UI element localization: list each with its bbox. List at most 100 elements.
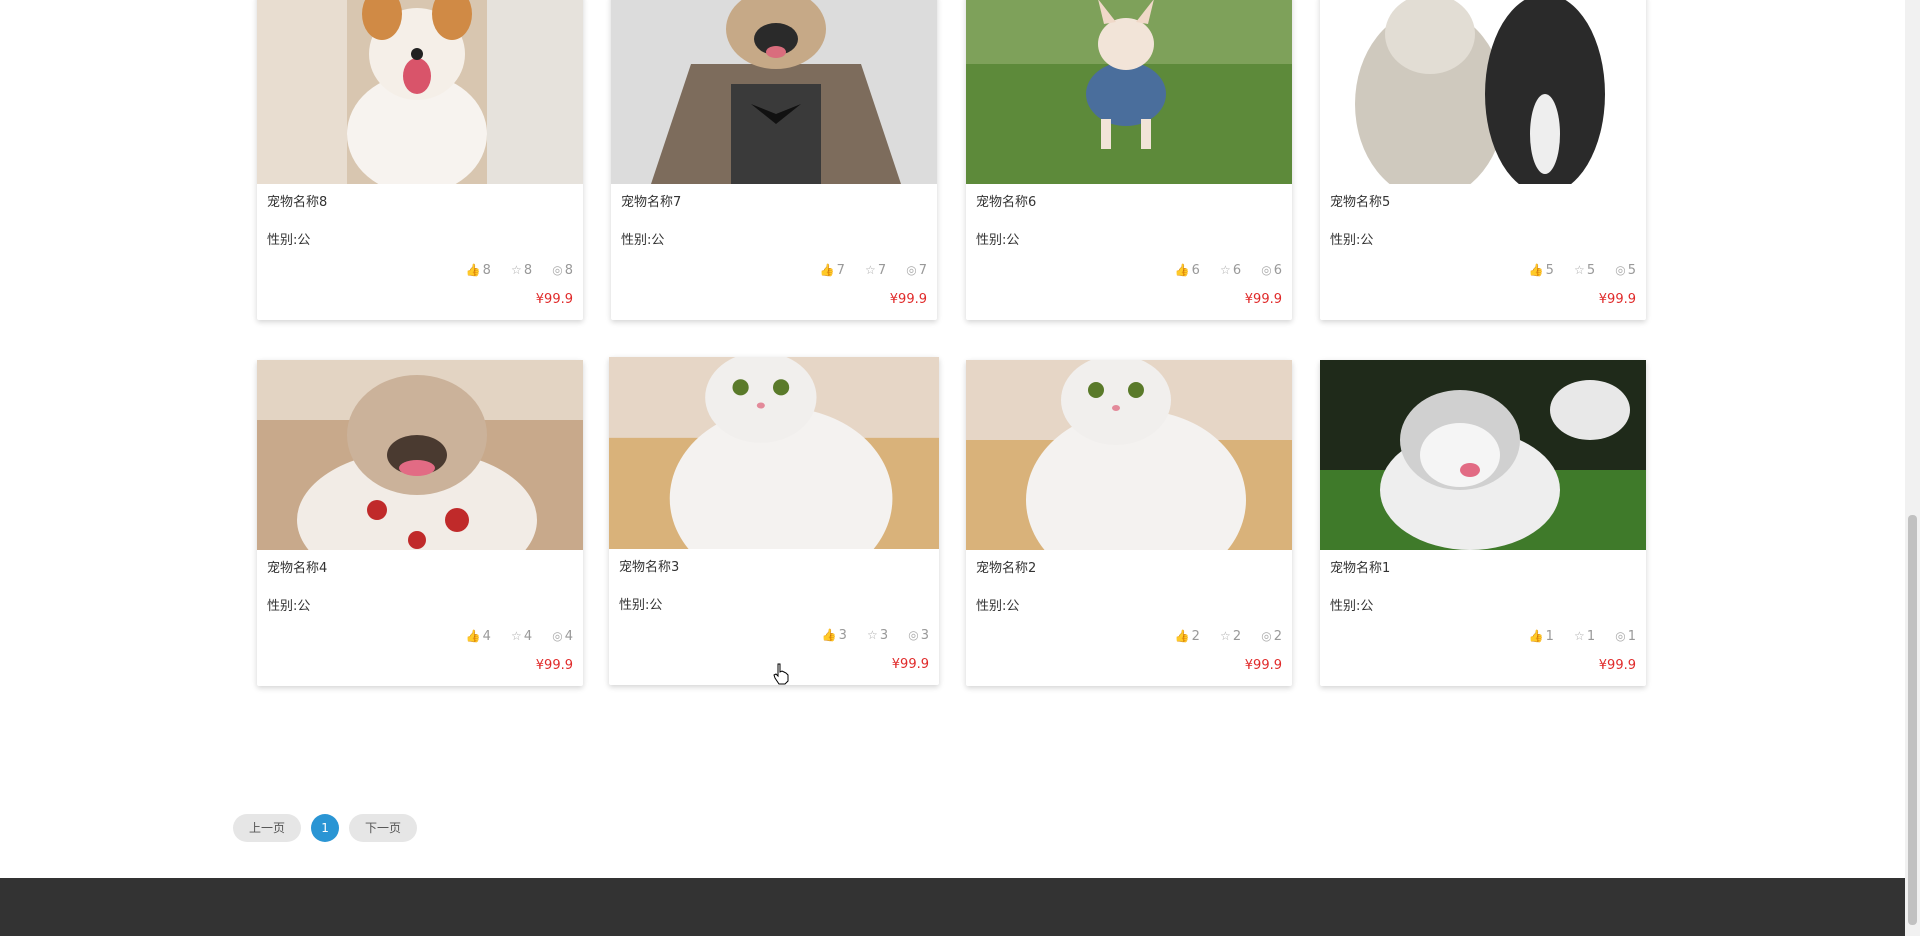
favorites-count: 8	[523, 263, 533, 278]
favorites-stat[interactable]: ☆ 6	[1212, 263, 1241, 278]
pet-photo[interactable]	[611, 0, 937, 184]
next-page-button[interactable]: 下一页	[349, 814, 418, 842]
pet-photo[interactable]	[609, 357, 939, 549]
likes-count: 8	[482, 263, 491, 278]
views-count: 7	[918, 263, 927, 278]
thumbs-up-icon: 👍	[1174, 629, 1190, 643]
pet-photo[interactable]	[257, 360, 583, 550]
pet-photo[interactable]	[966, 0, 1292, 184]
page: 宠物名称8 性别:公 👍 8 ☆ 8 ◎ 8 ¥99.9 宠物名称7 性别:公 …	[0, 0, 1920, 936]
pet-name: 宠物名称7	[621, 195, 682, 210]
likes-stat[interactable]: 👍 7	[812, 263, 845, 278]
pet-price: ¥99.9	[1244, 292, 1282, 307]
likes-stat[interactable]: 👍 6	[1167, 263, 1200, 278]
pet-stats: 👍 6 ☆ 6 ◎ 6	[976, 260, 1282, 280]
footer	[0, 878, 1905, 936]
favorites-stat[interactable]: ☆ 4	[503, 629, 532, 644]
pet-card[interactable]: 宠物名称6 性别:公 👍 6 ☆ 6 ◎ 6 ¥99.9	[966, 0, 1292, 320]
thumbs-up-icon: 👍	[821, 628, 837, 642]
pet-photo[interactable]	[1320, 360, 1646, 550]
eye-icon: ◎	[1261, 263, 1272, 277]
pet-card[interactable]: 宠物名称2 性别:公 👍 2 ☆ 2 ◎ 2 ¥99.9	[966, 360, 1292, 686]
favorites-stat[interactable]: ☆ 5	[1566, 263, 1595, 278]
pet-stats: 👍 5 ☆ 5 ◎ 5	[1330, 260, 1636, 280]
favorites-count: 3	[879, 628, 889, 643]
views-count: 2	[1273, 629, 1282, 644]
likes-stat[interactable]: 👍 1	[1521, 629, 1554, 644]
views-count: 4	[564, 629, 573, 644]
pet-price: ¥99.9	[535, 658, 573, 673]
thumbs-up-icon: 👍	[819, 263, 835, 277]
views-count: 1	[1627, 629, 1636, 644]
likes-stat[interactable]: 👍 8	[458, 263, 491, 278]
scrollbar-thumb[interactable]	[1908, 515, 1917, 925]
pet-stats: 👍 4 ☆ 4 ◎ 4	[267, 626, 573, 646]
pet-stats: 👍 8 ☆ 8 ◎ 8	[267, 260, 573, 280]
likes-count: 2	[1191, 629, 1200, 644]
favorites-stat[interactable]: ☆ 1	[1566, 629, 1595, 644]
pagination: 上一页 1 下一页	[233, 814, 427, 842]
views-stat: ◎ 1	[1607, 629, 1636, 644]
hand-cursor-icon	[773, 663, 789, 685]
pet-card[interactable]: 宠物名称4 性别:公 👍 4 ☆ 4 ◎ 4 ¥99.9	[257, 360, 583, 686]
favorites-count: 2	[1232, 629, 1242, 644]
favorites-count: 5	[1586, 263, 1596, 278]
pet-price: ¥99.9	[889, 292, 927, 307]
favorites-count: 7	[877, 263, 887, 278]
pet-photo[interactable]	[257, 0, 583, 184]
eye-icon: ◎	[908, 628, 919, 642]
pet-name: 宠物名称8	[267, 195, 328, 210]
pet-card[interactable]: 宠物名称1 性别:公 👍 1 ☆ 1 ◎ 1 ¥99.9	[1320, 360, 1646, 686]
views-count: 8	[564, 263, 573, 278]
pet-stats: 👍 7 ☆ 7 ◎ 7	[621, 260, 927, 280]
pet-stats: 👍 1 ☆ 1 ◎ 1	[1330, 626, 1636, 646]
likes-stat[interactable]: 👍 4	[458, 629, 491, 644]
pet-gender: 性别:公	[976, 233, 1020, 248]
pet-gender: 性别:公	[976, 599, 1020, 614]
eye-icon: ◎	[552, 629, 563, 643]
pet-card[interactable]: 宠物名称8 性别:公 👍 8 ☆ 8 ◎ 8 ¥99.9	[257, 0, 583, 320]
pet-name: 宠物名称1	[1330, 561, 1391, 576]
favorites-stat[interactable]: ☆ 7	[857, 263, 886, 278]
likes-count: 1	[1545, 629, 1554, 644]
prev-page-button[interactable]: 上一页	[233, 814, 302, 842]
eye-icon: ◎	[1261, 629, 1272, 643]
pet-price: ¥99.9	[1598, 292, 1636, 307]
pet-stats: 👍 3 ☆ 3 ◎ 3	[619, 625, 929, 645]
favorites-stat[interactable]: ☆ 8	[503, 263, 532, 278]
likes-count: 7	[836, 263, 845, 278]
pet-stats: 👍 2 ☆ 2 ◎ 2	[976, 626, 1282, 646]
likes-stat[interactable]: 👍 2	[1167, 629, 1200, 644]
pet-name: 宠物名称5	[1330, 195, 1391, 210]
star-icon: ☆	[1574, 263, 1585, 277]
pet-card[interactable]: 宠物名称5 性别:公 👍 5 ☆ 5 ◎ 5 ¥99.9	[1320, 0, 1646, 320]
pet-card[interactable]: 宠物名称7 性别:公 👍 7 ☆ 7 ◎ 7 ¥99.9	[611, 0, 937, 320]
views-count: 6	[1273, 263, 1282, 278]
pet-photo[interactable]	[966, 360, 1292, 550]
views-stat: ◎ 8	[544, 263, 573, 278]
views-stat: ◎ 3	[900, 628, 929, 643]
page-number-current[interactable]: 1	[311, 814, 340, 842]
vertical-scrollbar[interactable]	[1905, 0, 1920, 936]
eye-icon: ◎	[906, 263, 917, 277]
thumbs-up-icon: 👍	[1528, 263, 1544, 277]
pet-price: ¥99.9	[1598, 658, 1636, 673]
pet-gender: 性别:公	[267, 233, 311, 248]
views-stat: ◎ 6	[1253, 263, 1282, 278]
favorites-count: 6	[1232, 263, 1242, 278]
pet-photo[interactable]	[1320, 0, 1646, 184]
views-count: 5	[1627, 263, 1636, 278]
star-icon: ☆	[511, 263, 522, 277]
pet-name: 宠物名称2	[976, 561, 1037, 576]
pet-gender: 性别:公	[1330, 233, 1374, 248]
views-stat: ◎ 5	[1607, 263, 1636, 278]
star-icon: ☆	[865, 263, 876, 277]
pet-card[interactable]: 宠物名称3 性别:公 👍 3 ☆ 3 ◎ 3 ¥99.9	[609, 357, 939, 685]
favorites-count: 1	[1586, 629, 1596, 644]
favorites-stat[interactable]: ☆ 2	[1212, 629, 1241, 644]
pet-gender: 性别:公	[267, 599, 311, 614]
favorites-stat[interactable]: ☆ 3	[859, 628, 888, 643]
likes-stat[interactable]: 👍 5	[1521, 263, 1554, 278]
thumbs-up-icon: 👍	[465, 263, 481, 277]
likes-stat[interactable]: 👍 3	[814, 628, 847, 643]
